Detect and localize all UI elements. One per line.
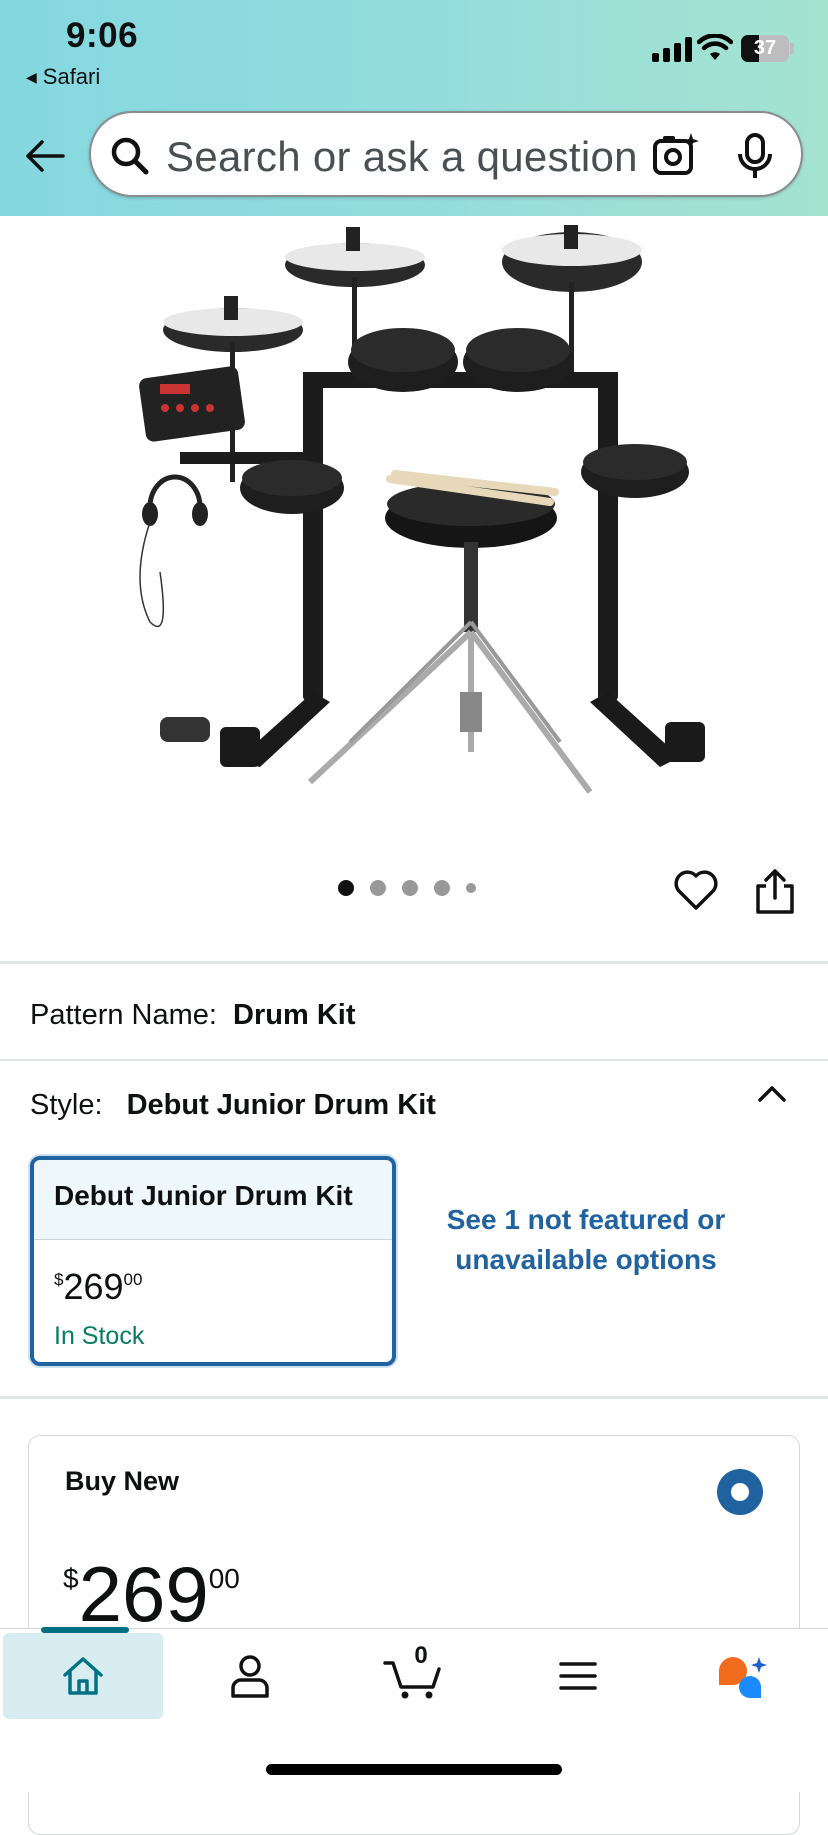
style-label: Style:	[30, 1089, 103, 1121]
home-indicator[interactable]	[266, 1764, 562, 1775]
status-time: 9:06	[66, 16, 139, 55]
back-app-label: Safari	[42, 64, 101, 89]
tab-rufus[interactable]	[662, 1633, 822, 1719]
tab-menu[interactable]	[498, 1633, 658, 1719]
see-unavailable-options-link[interactable]: See 1 not featured or unavailable option…	[434, 1200, 738, 1280]
carousel-dot[interactable]	[338, 880, 354, 896]
buy-new-price: $ 269 00	[63, 1553, 240, 1635]
back-to-safari-link[interactable]: ◀ Safari	[26, 64, 100, 90]
back-button[interactable]	[20, 134, 70, 178]
tab-account[interactable]	[170, 1633, 330, 1719]
style-row[interactable]: Style: Debut Junior Drum Kit	[30, 1089, 436, 1122]
tab-home[interactable]	[3, 1627, 163, 1719]
price-symbol: $	[63, 1563, 79, 1594]
search-bar[interactable]: Search or ask a question	[89, 111, 803, 197]
price-fraction: 00	[123, 1270, 143, 1289]
image-carousel-indicator[interactable]	[338, 880, 476, 896]
style-option-price: $ 269 00	[54, 1266, 142, 1308]
chevron-up-icon[interactable]	[756, 1082, 788, 1106]
user-icon	[231, 1655, 269, 1698]
active-tab-indicator	[41, 1627, 129, 1633]
back-triangle-icon: ◀	[26, 68, 37, 85]
pattern-name-row: Pattern Name: Drum Kit	[30, 999, 356, 1032]
cart-count-badge: 0	[414, 1642, 428, 1669]
rufus-assistant-icon	[719, 1657, 767, 1698]
price-whole: 269	[63, 1266, 124, 1307]
style-option-name: Debut Junior Drum Kit	[34, 1160, 392, 1240]
carousel-dot[interactable]	[370, 880, 386, 896]
search-input[interactable]: Search or ask a question	[166, 133, 638, 181]
heart-icon[interactable]	[673, 868, 719, 912]
battery-cap	[790, 43, 794, 54]
arrow-left-icon	[26, 140, 65, 172]
carousel-dot[interactable]	[434, 880, 450, 896]
share-icon[interactable]	[754, 868, 796, 916]
wifi-icon	[697, 34, 733, 60]
price-symbol: $	[54, 1270, 64, 1289]
search-icon	[111, 137, 149, 175]
buy-new-title: Buy New	[65, 1466, 180, 1496]
product-image[interactable]	[120, 222, 710, 812]
microphone-icon[interactable]	[734, 132, 776, 180]
divider	[0, 1396, 828, 1399]
carousel-dot[interactable]	[466, 883, 476, 893]
header-bar: 9:06 ◀ Safari 37 Search or ask a questio…	[0, 0, 828, 216]
price-whole: 269	[78, 1550, 209, 1638]
carousel-dot[interactable]	[402, 880, 418, 896]
battery-level: 37	[753, 37, 777, 59]
battery-icon: 37	[741, 35, 789, 62]
availability-text: In Stock	[54, 1322, 145, 1350]
camera-search-icon[interactable]	[651, 131, 699, 179]
divider	[0, 1059, 828, 1061]
style-option-card[interactable]: Debut Junior Drum Kit $ 269 00 In Stock	[30, 1156, 396, 1366]
style-value: Debut Junior Drum Kit	[126, 1089, 436, 1121]
home-icon	[63, 1657, 103, 1695]
tab-cart[interactable]: 0	[333, 1633, 493, 1719]
buy-new-radio[interactable]	[717, 1469, 763, 1515]
pattern-value: Drum Kit	[233, 999, 356, 1031]
cellular-signal-icon	[652, 36, 692, 62]
hamburger-menu-icon	[559, 1662, 597, 1690]
pattern-label: Pattern Name:	[30, 999, 217, 1031]
price-fraction: 00	[208, 1563, 240, 1594]
divider	[0, 961, 828, 964]
